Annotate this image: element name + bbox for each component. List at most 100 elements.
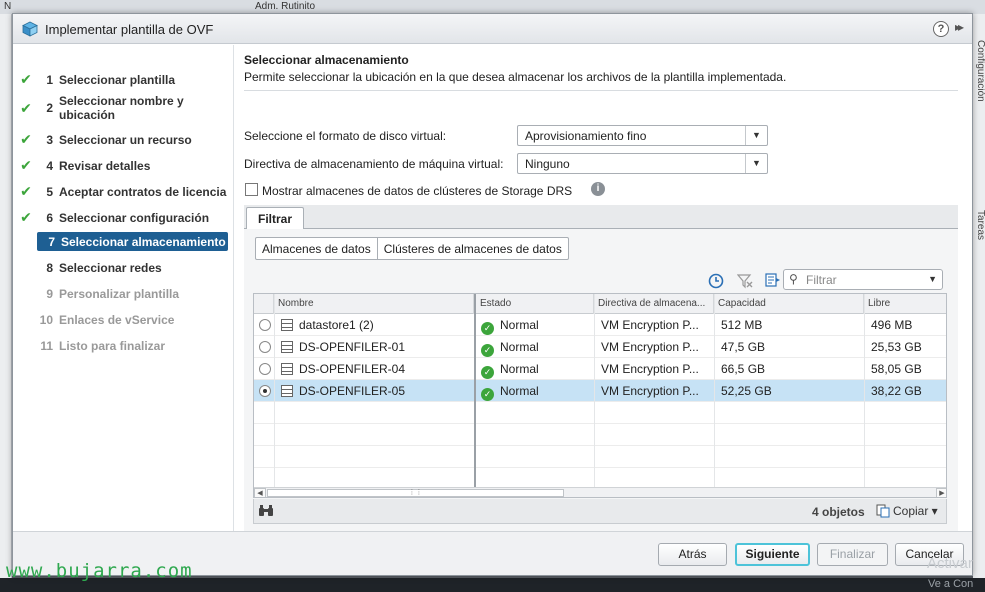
disk-format-select[interactable]: Aprovisionamiento fino ▼	[517, 125, 768, 146]
step-2[interactable]: ✔ 2 Seleccionar nombre y ubicación	[13, 94, 234, 122]
step-label: Revisar detalles	[59, 158, 151, 173]
help-icon[interactable]: ?	[933, 21, 949, 37]
copy-button[interactable]: Copiar ▾	[876, 504, 938, 518]
cell-free: 25,53 GB	[871, 340, 922, 354]
column-divider	[864, 294, 865, 487]
dialog-titlebar: Implementar plantilla de OVF ? ▸▸	[13, 14, 972, 44]
row-radio[interactable]	[259, 363, 271, 375]
tab-filter[interactable]: Filtrar	[246, 207, 305, 230]
column-header-select	[254, 294, 274, 314]
column-header-policy[interactable]: Directiva de almacena...	[594, 294, 714, 314]
binoculars-icon[interactable]	[258, 504, 274, 518]
chevron-down-icon[interactable]: ▼	[928, 274, 937, 284]
status-text: Normal	[500, 384, 539, 398]
step-number: 11	[40, 339, 53, 353]
step-label: Enlaces de vService	[59, 313, 175, 327]
cell-capacity: 47,5 GB	[721, 340, 766, 354]
datastore-icon	[281, 341, 293, 353]
scroll-right-icon[interactable]: ▶	[936, 488, 946, 497]
status-text: Normal	[500, 340, 539, 354]
subtab-datastore-clusters[interactable]: Clústeres de almacenes de datos	[376, 238, 568, 259]
row-radio[interactable]	[259, 341, 271, 353]
column-header-capacity[interactable]: Capacidad	[714, 294, 864, 314]
datastore-table: Nombre Estado Directiva de almacena... C…	[253, 293, 947, 498]
vm-storage-policy-value: Ninguno	[525, 157, 570, 171]
step-8[interactable]: 8 Seleccionar redes	[13, 261, 234, 275]
dialog-title: Implementar plantilla de OVF	[45, 22, 214, 37]
section-description: Permite seleccionar la ubicación en la q…	[244, 70, 787, 84]
datastore-icon	[281, 385, 293, 397]
table-header: Nombre Estado Directiva de almacena... C…	[254, 294, 946, 314]
table-row-empty	[254, 402, 946, 424]
scroll-thumb[interactable]: ⋮⋮	[267, 489, 564, 497]
clear-filter-icon[interactable]	[737, 273, 753, 289]
status-ok-icon: ✓	[481, 322, 494, 335]
table-row[interactable]: datastore1 (2) ✓ Normal VM Encryption P... 5…	[254, 314, 946, 336]
cell-status: ✓ Normal	[476, 380, 594, 402]
finish-button[interactable]: Finalizar	[817, 543, 888, 566]
section-title: Seleccionar almacenamiento	[244, 53, 409, 67]
disk-format-value: Aprovisionamiento fino	[525, 129, 647, 143]
cell-policy: VM Encryption P...	[601, 318, 699, 332]
column-header-status[interactable]: Estado	[476, 294, 594, 314]
main-content: Seleccionar almacenamiento Permite selec…	[235, 45, 972, 531]
step-label: Seleccionar almacenamiento	[61, 234, 226, 249]
table-row[interactable]: DS-OPENFILER-05 ✓ Normal VM Encryption P...…	[254, 380, 946, 402]
next-button[interactable]: Siguiente	[735, 543, 810, 566]
watermark: www.bujarra.com	[6, 560, 193, 582]
filter-search-input[interactable]: ⚲ Filtrar ▼	[783, 269, 943, 290]
refresh-clock-icon[interactable]	[708, 273, 724, 289]
export-icon[interactable]	[765, 272, 781, 288]
cell-name: DS-OPENFILER-01	[276, 336, 474, 358]
background-right-text-2: Tareas	[975, 210, 985, 241]
expand-icon[interactable]: ▸▸	[955, 20, 964, 34]
storage-drs-checkbox[interactable]	[245, 183, 258, 196]
copy-label: Copiar ▾	[893, 504, 938, 518]
step-number: 1	[46, 72, 53, 87]
step-number: 4	[46, 158, 53, 173]
row-radio[interactable]	[259, 385, 271, 397]
table-row[interactable]: DS-OPENFILER-01 ✓ Normal VM Encryption P...…	[254, 336, 946, 358]
vm-storage-policy-select[interactable]: Ninguno ▼	[517, 153, 768, 174]
column-header-name[interactable]: Nombre	[274, 294, 474, 314]
datastore-icon	[281, 319, 293, 331]
cell-policy: VM Encryption P...	[601, 362, 699, 376]
table-row[interactable]: DS-OPENFILER-04 ✓ Normal VM Encryption P...…	[254, 358, 946, 380]
checkmark-icon: ✔	[20, 99, 32, 116]
step-label: Seleccionar un recurso	[59, 132, 192, 147]
column-divider	[274, 294, 275, 487]
tab-strip: Filtrar	[244, 205, 958, 230]
row-radio[interactable]	[259, 319, 271, 331]
frozen-column-divider[interactable]	[474, 294, 476, 487]
step-5[interactable]: ✔ 5 Aceptar contratos de licencia	[13, 183, 234, 200]
vm-storage-policy-label: Directiva de almacenamiento de máquina v…	[244, 157, 504, 171]
step-label: Aceptar contratos de licencia	[59, 184, 227, 199]
step-number: 6	[46, 210, 53, 225]
step-6[interactable]: ✔ 6 Seleccionar configuración	[13, 209, 234, 226]
datastore-name: datastore1 (2)	[299, 318, 374, 332]
column-divider	[594, 294, 595, 487]
step-number: 5	[46, 184, 53, 199]
step-10: 10 Enlaces de vService	[13, 313, 234, 327]
table-row-empty	[254, 446, 946, 468]
checkmark-icon: ✔	[20, 71, 32, 87]
cell-status: ✓ Normal	[476, 336, 594, 358]
column-header-free[interactable]: Libre	[864, 294, 946, 314]
horizontal-scrollbar[interactable]: ◀ ⋮⋮ ▶	[254, 487, 946, 497]
step-3[interactable]: ✔ 3 Seleccionar un recurso	[13, 131, 234, 148]
step-4[interactable]: ✔ 4 Revisar detalles	[13, 157, 234, 174]
datastore-name: DS-OPENFILER-04	[299, 362, 406, 376]
scroll-left-icon[interactable]: ◀	[254, 488, 266, 497]
info-icon[interactable]: i	[591, 182, 605, 196]
cell-capacity: 66,5 GB	[721, 362, 766, 376]
cell-policy: VM Encryption P...	[601, 384, 699, 398]
back-button[interactable]: Atrás	[658, 543, 727, 566]
step-label: Seleccionar configuración	[59, 210, 210, 225]
subtab-datastores[interactable]: Almacenes de datos	[256, 238, 377, 259]
step-label: Seleccionar redes	[59, 261, 162, 275]
windows-activate-text: Activar	[927, 555, 973, 572]
step-number: 10	[39, 313, 53, 327]
step-7[interactable]: 7 Seleccionar almacenamiento	[37, 232, 228, 251]
step-1[interactable]: ✔ 1 Seleccionar plantilla	[13, 71, 234, 88]
cell-free: 496 MB	[871, 318, 913, 332]
